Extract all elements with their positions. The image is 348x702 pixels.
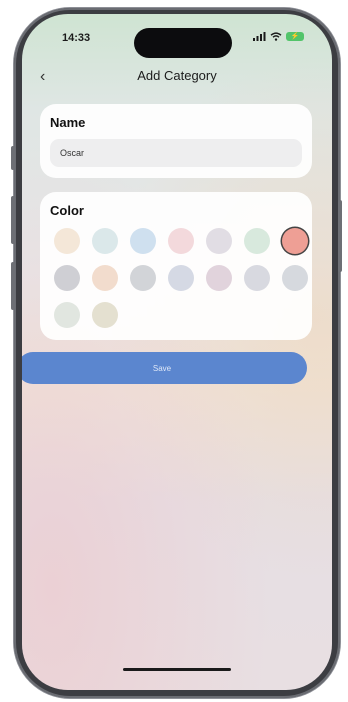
wifi-icon xyxy=(270,32,282,41)
color-swatch[interactable] xyxy=(92,265,118,291)
color-card: Color xyxy=(40,192,312,340)
color-label: Color xyxy=(50,203,84,218)
battery-charging-icon: ⚡ xyxy=(286,32,304,41)
power-button xyxy=(338,200,342,272)
status-time: 14:33 xyxy=(62,32,91,44)
volume-up-button xyxy=(11,196,15,244)
color-swatch[interactable] xyxy=(92,302,118,328)
color-swatch[interactable] xyxy=(282,265,308,291)
app-screen: 14:33 ⚡ ‹ Add Category Name Oscar Color … xyxy=(22,14,332,690)
volume-down-button xyxy=(11,262,15,310)
action-button xyxy=(11,146,15,170)
color-swatch[interactable] xyxy=(168,265,194,291)
name-label: Name xyxy=(50,115,86,130)
color-swatch-selected[interactable] xyxy=(282,228,308,254)
color-swatch[interactable] xyxy=(92,228,118,254)
color-swatch[interactable] xyxy=(54,228,80,254)
status-icons: ⚡ xyxy=(253,32,304,41)
dynamic-island xyxy=(134,28,232,58)
signal-bars-icon xyxy=(253,32,266,41)
color-swatch[interactable] xyxy=(206,265,232,291)
page-title: Add Category xyxy=(137,68,217,83)
color-swatch[interactable] xyxy=(168,228,194,254)
color-swatch[interactable] xyxy=(54,302,80,328)
color-swatch[interactable] xyxy=(130,228,156,254)
color-swatch[interactable] xyxy=(206,228,232,254)
color-swatch[interactable] xyxy=(244,228,270,254)
home-indicator xyxy=(123,668,231,671)
save-button[interactable]: Save xyxy=(22,352,307,384)
name-card: Name Oscar xyxy=(40,104,312,178)
name-input[interactable]: Oscar xyxy=(50,139,302,167)
name-input-value: Oscar xyxy=(60,148,85,158)
color-swatch[interactable] xyxy=(130,265,156,291)
color-swatch[interactable] xyxy=(244,265,270,291)
color-swatch[interactable] xyxy=(54,265,80,291)
